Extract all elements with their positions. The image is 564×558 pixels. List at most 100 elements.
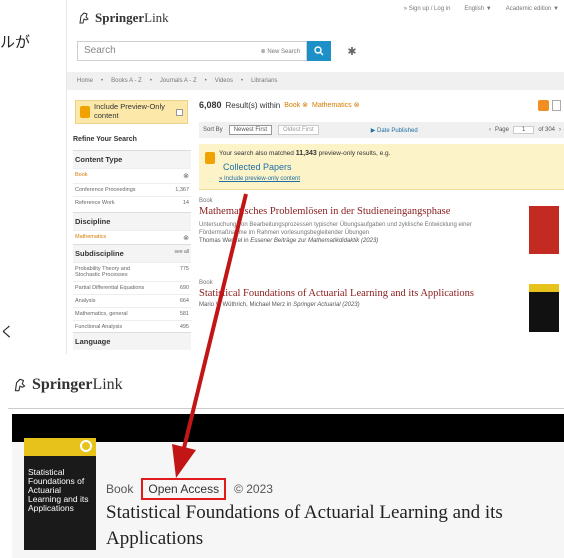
page-title: Statistical Foundations of Actuarial Lea… (106, 502, 503, 549)
preview-only-label: Include Preview-Only content (94, 102, 165, 120)
breadcrumb: Home • Books A - Z • Journals A - Z • Vi… (67, 72, 564, 90)
filter-sidebar: Include Preview-Only content Refine Your… (67, 96, 197, 354)
sort-newest-button[interactable]: Newest First (228, 125, 273, 135)
signup-login-link[interactable]: » Sign up / Log in (404, 6, 451, 12)
content-type-label: Book (106, 482, 134, 496)
facet-discipline: Discipline Mathematics ⊗ (73, 212, 191, 245)
preview-only-toggle[interactable]: Include Preview-Only content (75, 100, 188, 124)
top-links: » Sign up / Log in English ▼ Academic ed… (404, 6, 559, 12)
springer-horse-icon (14, 378, 26, 392)
search-row: Search ⊗ New Search ✱ (77, 41, 363, 61)
facet-row-conference[interactable]: Conference Proceedings 1,367 (73, 183, 191, 196)
facet-row[interactable]: Analysis 664 (73, 294, 191, 307)
logo-link: Link (144, 10, 169, 25)
edition-select[interactable]: Academic edition ▼ (506, 6, 559, 12)
crumb-sep: • (101, 78, 104, 84)
facet-title: Content Type (73, 151, 191, 168)
sort-label: Sort By (203, 127, 223, 133)
crumb-sep: • (240, 78, 244, 84)
copyright-year: © 2023 (234, 482, 273, 496)
facet-content-type: Content Type Book ⊗ Conference Proceeding… (73, 150, 191, 209)
facet-title: Language (73, 333, 191, 350)
divider (8, 408, 564, 409)
crumb-videos[interactable]: Videos (215, 78, 233, 84)
springer-horse-icon (79, 12, 89, 24)
book-page-screenshot: SpringerLink Statistical Foundations of … (8, 370, 564, 558)
japanese-caption-fragment: ルが (0, 33, 31, 51)
crumb-sep: • (204, 78, 207, 84)
search-icon (314, 46, 324, 56)
download-icon[interactable] (552, 100, 561, 111)
facet-title: Subdiscipline see all (73, 245, 191, 262)
facet-row-reference[interactable]: Reference Work 14 (73, 196, 191, 209)
date-published-toggle[interactable]: ▶ Date Published (371, 127, 418, 134)
cover-title: Statistical Foundations of Actuarial Lea… (28, 467, 89, 513)
prev-page-icon[interactable]: ‹ (489, 127, 491, 133)
list-item: Book Statistical Foundations of Actuaria… (199, 280, 564, 332)
crumb-books[interactable]: Books A - Z (111, 78, 142, 84)
lock-icon (80, 106, 90, 118)
facet-row[interactable]: Probability Theory and Stochastic Proces… (73, 262, 191, 281)
result-title-link[interactable]: Mathematisches Problemlösen in der Studi… (199, 206, 499, 219)
facet-title: Discipline (73, 213, 191, 230)
search-placeholder: Search (84, 45, 116, 56)
language-select[interactable]: English ▼ (464, 6, 491, 12)
open-access-badge: Open Access (141, 478, 227, 500)
result-snippet: Untersuchung von Bearbeitungsprozessen t… (199, 221, 472, 236)
rss-icon[interactable] (538, 100, 549, 111)
japanese-caption-fragment-2: く (0, 325, 14, 341)
logo-link: Link (92, 376, 123, 393)
logo-brand: Springer (32, 376, 93, 393)
see-all-link[interactable]: see all (175, 249, 189, 258)
crumb-librarians[interactable]: Librarians (251, 78, 277, 84)
close-icon[interactable]: ⊗ (183, 172, 189, 180)
facet-row-mathematics[interactable]: Mathematics ⊗ (73, 230, 191, 245)
crumb-sep: • (149, 78, 152, 84)
filter-chip-book[interactable]: Book ⊗ (284, 101, 308, 109)
include-preview-link[interactable]: » Include preview-only content (219, 176, 300, 182)
preview-only-checkbox[interactable] (176, 108, 183, 116)
search-input[interactable]: Search ⊗ New Search (77, 41, 307, 61)
next-page-icon[interactable]: › (559, 127, 561, 133)
logo-brand: Springer (95, 10, 145, 25)
book-cover-thumbnail[interactable] (529, 206, 559, 254)
springer-logo[interactable]: SpringerLink (77, 10, 169, 26)
result-authors: Mario V. Wüthrich, Michael Merz in Sprin… (199, 301, 360, 308)
crumb-home[interactable]: Home (77, 78, 93, 84)
facet-row-book[interactable]: Book ⊗ (73, 168, 191, 183)
facet-row[interactable]: Mathematics, general 581 (73, 307, 191, 320)
pagination: ‹ Page 1 of 304 › (489, 126, 561, 134)
results-panel: 6,080 Result(s) within Book ⊗ Mathematic… (199, 96, 564, 354)
lock-icon (205, 152, 215, 164)
close-icon[interactable]: ⊗ (183, 234, 189, 242)
preview-notice: Your search also matched 11,343 preview-… (199, 144, 564, 190)
result-type: Book (199, 280, 213, 286)
collected-papers-link[interactable]: Collected Papers (223, 162, 292, 172)
gear-icon[interactable]: ✱ (341, 41, 363, 61)
filter-chip-mathematics[interactable]: Mathematics ⊗ (312, 101, 360, 109)
result-type: Book (199, 198, 213, 204)
list-item: Book Mathematisches Problemlösen in der … (199, 198, 564, 254)
notice-text: Your search also matched 11,343 preview-… (219, 150, 391, 157)
site-header: SpringerLink » Sign up / Log in English … (67, 0, 564, 76)
page-label: Page (494, 127, 509, 133)
result-title-link[interactable]: Statistical Foundations of Actuarial Lea… (199, 288, 499, 301)
results-count: 6,080 Result(s) within Book ⊗ Mathematic… (199, 100, 360, 110)
facet-row[interactable]: Partial Differential Equations 690 (73, 281, 191, 294)
springer-logo[interactable]: SpringerLink (12, 376, 123, 394)
book-cover-thumbnail[interactable] (529, 284, 559, 332)
open-access-badge-icon (80, 440, 92, 452)
sort-oldest-button[interactable]: Oldest First (278, 125, 319, 135)
crumb-journals[interactable]: Journals A - Z (160, 78, 197, 84)
search-button[interactable] (307, 41, 331, 61)
facet-language: Language (73, 332, 191, 350)
book-meta: Book Open Access © 2023 (106, 478, 273, 500)
page-total: of 304 (538, 127, 555, 133)
page-input[interactable]: 1 (512, 126, 535, 134)
facet-subdiscipline: Subdiscipline see all Probability Theory … (73, 244, 191, 333)
refine-heading: Refine Your Search (73, 136, 137, 143)
search-results-screenshot: SpringerLink » Sign up / Log in English … (66, 0, 564, 354)
result-authors: Thomas Wenzel in Essener Beiträge zur Ma… (199, 237, 379, 244)
new-search-link[interactable]: ⊗ New Search (261, 48, 300, 55)
sort-bar: Sort By Newest First Oldest First ▶ Date… (199, 122, 564, 138)
